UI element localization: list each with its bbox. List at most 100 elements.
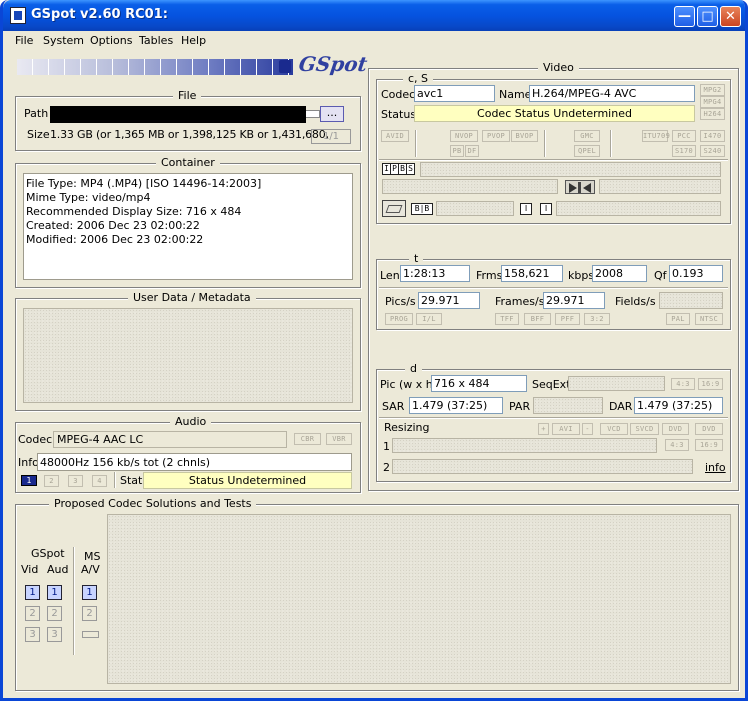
seqext-label: SeqExt — [532, 378, 571, 391]
par-label: PAR — [509, 400, 531, 413]
aud-column-label: Aud — [47, 563, 69, 576]
audio-codec-value: MPEG-4 AAC LC — [57, 433, 144, 446]
preview-icon[interactable] — [382, 200, 406, 217]
vid-solution-1[interactable]: 1 — [25, 585, 40, 600]
audio-codec-field: MPEG-4 AAC LC — [53, 431, 287, 448]
logo-g-icon — [279, 60, 291, 73]
pics-label: Pics/s — [385, 295, 416, 308]
tff-tag: TFF — [495, 313, 519, 325]
ms-solution-1[interactable]: 1 — [82, 585, 97, 600]
title-bar[interactable]: GSpot v2.60 RC01: — □ ✕ — [3, 0, 745, 31]
container-modified: Modified: 2006 Dec 23 02:00:22 — [26, 233, 204, 246]
container-display-size: Recommended Display Size: 716 x 484 — [26, 205, 242, 218]
mpg2-tag: MPG2 — [700, 84, 725, 96]
audio-cbr-tag: CBR — [294, 433, 321, 445]
sar-value: 1.479 (37:25) — [409, 397, 503, 414]
audio-track-1[interactable]: 1 — [21, 475, 37, 486]
frms-value: 158,621 — [501, 265, 563, 282]
resize-row-1-label: 1 — [383, 440, 390, 453]
size-value: 1.33 GB (or 1,365 MB or 1,398,125 KB or … — [50, 128, 329, 141]
aud-solution-3[interactable]: 3 — [47, 627, 62, 642]
i470-tag: I470 — [700, 130, 725, 142]
page-counter: 1/1 — [311, 129, 351, 144]
audio-codec-label: Codec — [18, 433, 53, 446]
ms-column-label: MS — [84, 550, 101, 563]
av-column-label: A/V — [81, 563, 100, 576]
dar-value: 1.479 (37:25) — [634, 397, 723, 414]
video-name-field: H.264/MPEG-4 AVC — [529, 85, 695, 102]
resize-vcd-tag: VCD — [600, 423, 628, 435]
path-field-edge — [306, 110, 320, 118]
audio-info-value: 48000Hz 156 kb/s tot (2 chnls) — [40, 456, 211, 469]
video-status-label: Status — [381, 108, 417, 121]
info-link[interactable]: info — [705, 461, 726, 474]
sar-label: SAR — [382, 400, 405, 413]
bvop-tag: BVOP — [511, 130, 538, 142]
audio-track-3[interactable]: 3 — [68, 475, 83, 487]
resize-minus-tag: - — [582, 423, 593, 435]
pal-tag: PAL — [666, 313, 690, 325]
path-label: Path — [24, 107, 49, 120]
window-title: GSpot v2.60 RC01: — [31, 7, 168, 22]
bb-tag: B|B — [411, 203, 433, 215]
qpel-tag: QPEL — [574, 145, 600, 157]
pvop-tag: PVOP — [482, 130, 510, 142]
ms-solution-blank — [82, 631, 99, 638]
aud-solution-1[interactable]: 1 — [47, 585, 62, 600]
vid-solution-3[interactable]: 3 — [25, 627, 40, 642]
gop-bar-2 — [556, 201, 721, 216]
gspot-app-icon[interactable] — [10, 7, 26, 24]
qf-label: Qf — [654, 269, 667, 282]
menu-system[interactable]: System — [43, 34, 84, 47]
audio-status-value: Status Undetermined — [143, 472, 352, 489]
menu-file[interactable]: File — [15, 34, 33, 47]
frms-label: Frms — [476, 269, 503, 282]
vid-solution-2[interactable]: 2 — [25, 606, 40, 621]
close-button[interactable]: ✕ — [720, 6, 741, 27]
maximize-button[interactable]: □ — [697, 6, 718, 27]
frame-tag-p: P — [391, 164, 399, 174]
aspect-43-tag: 4:3 — [671, 378, 695, 390]
frame-tag-s: S — [408, 164, 413, 173]
resize-svcd-tag: SVCD — [630, 423, 659, 435]
resize-plus-tag: + — [538, 423, 549, 435]
container-info-box: File Type: MP4 (.MP4) [ISO 14496-14:2003… — [23, 173, 353, 280]
menu-help[interactable]: Help — [181, 34, 206, 47]
fields-label: Fields/s — [615, 295, 656, 308]
video-cs-group-label: c, S — [403, 72, 434, 85]
audio-group-label: Audio — [170, 415, 212, 428]
video-codec-field: avc1 — [414, 85, 495, 102]
frame-tag-i: I — [383, 164, 391, 174]
audio-track-2[interactable]: 2 — [44, 475, 59, 487]
pics-value: 29.971 — [418, 292, 480, 309]
resize-dvd-tag-2: DVD — [695, 423, 723, 435]
nvop-tag: NVOP — [450, 130, 478, 142]
swap-arrows-icon[interactable] — [565, 180, 595, 194]
path-field[interactable] — [50, 106, 306, 123]
itu709-tag: ITU709 — [642, 130, 671, 142]
mpg4-tag: MPG4 — [700, 96, 725, 108]
seqext-value — [568, 376, 665, 391]
video-codec-status: Codec Status Undetermined — [414, 105, 695, 122]
userdata-group-label: User Data / Metadata — [128, 291, 256, 304]
proposed-solutions-box — [107, 514, 731, 684]
ntsc-tag: NTSC — [695, 313, 723, 325]
i-tag-2: I — [540, 203, 552, 215]
close-icon: ✕ — [725, 9, 736, 24]
aspect-169-tag: 16:9 — [698, 378, 723, 390]
video-t-group-label: t — [409, 252, 424, 265]
kbps-value: 2008 — [592, 265, 647, 282]
menu-tables[interactable]: Tables — [139, 34, 173, 47]
resize-row-2-label: 2 — [383, 461, 390, 474]
len-label: Len — [380, 269, 400, 282]
resizing-label: Resizing — [384, 421, 430, 434]
aud-solution-2[interactable]: 2 — [47, 606, 62, 621]
resize-43-tag: 4:3 — [665, 439, 689, 451]
audio-track-4[interactable]: 4 — [92, 475, 107, 487]
pff-tag: PFF — [555, 313, 580, 325]
browse-button[interactable]: ... — [320, 106, 344, 122]
video-d-group-label: d — [405, 362, 422, 375]
menu-options[interactable]: Options — [90, 34, 132, 47]
minimize-button[interactable]: — — [674, 6, 695, 27]
ms-solution-2[interactable]: 2 — [82, 606, 97, 621]
